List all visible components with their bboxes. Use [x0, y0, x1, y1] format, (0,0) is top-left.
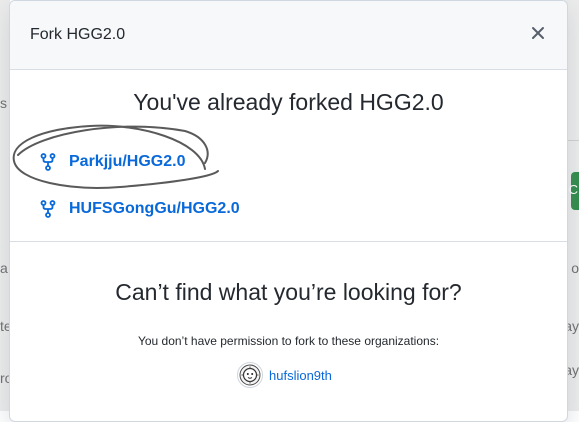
permission-text: You don’t have permission to fork to the… — [137, 334, 440, 348]
already-forked-heading: You've already forked HGG2.0 — [133, 89, 444, 115]
close-icon — [532, 27, 544, 39]
fork-link-label: Parkjju/HGG2.0 — [69, 153, 186, 170]
close-button[interactable] — [527, 21, 549, 45]
fork-link-hufsgonggu[interactable]: HUFSGongGu/HGG2.0 — [40, 198, 240, 220]
org-link-hufslion9th[interactable]: hufslion9th — [237, 362, 332, 388]
background-left-text: a — [0, 260, 8, 276]
dialog-header: Fork HGG2.0 — [10, 1, 567, 70]
repo-forked-icon — [40, 153, 56, 171]
dialog-title: Fork HGG2.0 — [30, 26, 126, 43]
fork-dialog: Fork HGG2.0 You've already forked HGG2.0… — [9, 0, 568, 422]
background-left-text: s — [0, 95, 7, 111]
org-avatar-icon — [237, 362, 263, 388]
background-right-text: o — [571, 260, 579, 276]
repo-forked-icon — [40, 200, 56, 218]
org-link-label: hufslion9th — [269, 367, 332, 383]
cant-find-heading: Can’t find what you’re looking for? — [115, 279, 462, 305]
fork-link-parkjju[interactable]: Parkjju/HGG2.0 — [40, 151, 186, 173]
section-divider — [10, 241, 567, 242]
background-right-text: C — [568, 182, 578, 197]
fork-link-label: HUFSGongGu/HGG2.0 — [69, 200, 240, 217]
